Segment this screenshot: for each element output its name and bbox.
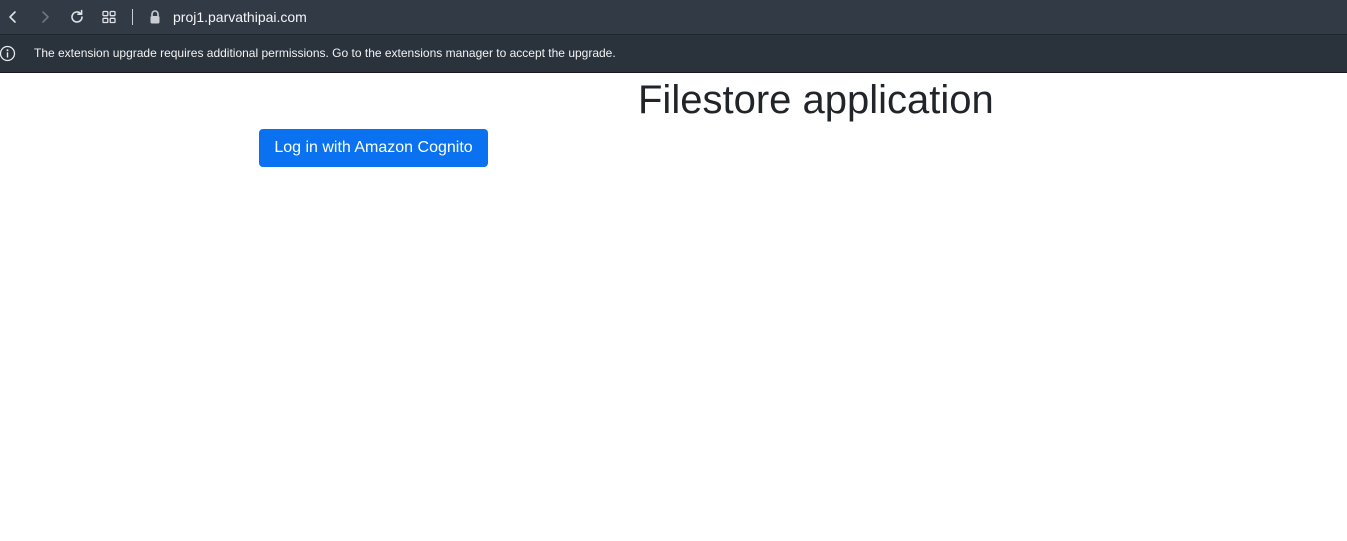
back-button[interactable]	[3, 7, 23, 27]
page-content: Filestore application Log in with Amazon…	[0, 73, 1347, 541]
tab-overview-button[interactable]	[99, 7, 119, 27]
forward-button[interactable]	[35, 7, 55, 27]
toolbar-separator	[132, 9, 133, 25]
tab-overview-icon	[102, 10, 116, 24]
reload-button[interactable]	[67, 7, 87, 27]
cognito-login-button[interactable]: Log in with Amazon Cognito	[259, 129, 488, 167]
infobar-message: The extension upgrade requires additiona…	[34, 46, 616, 60]
forward-icon	[42, 11, 49, 23]
address-bar[interactable]: proj1.parvathipai.com	[173, 9, 307, 26]
extension-upgrade-infobar: The extension upgrade requires additiona…	[0, 35, 1347, 73]
reload-icon	[71, 9, 83, 23]
lock-icon	[150, 10, 160, 24]
back-icon	[9, 11, 16, 23]
page-title: Filestore application	[638, 78, 994, 122]
info-icon	[0, 45, 16, 62]
browser-toolbar: proj1.parvathipai.com	[0, 0, 1347, 35]
